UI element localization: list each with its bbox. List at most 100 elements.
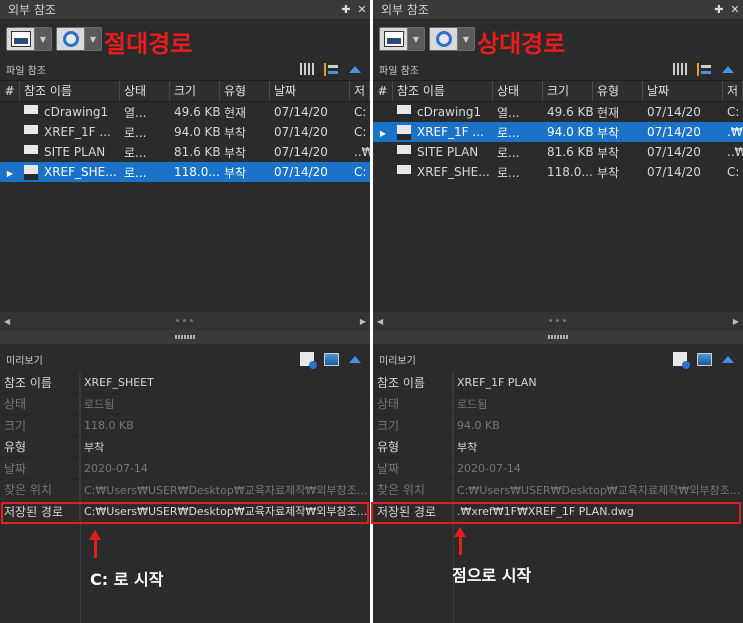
chevron-down-icon[interactable]: ▼	[85, 28, 101, 50]
panel-title: 외부 참조	[381, 3, 429, 17]
date-cell: 07/14/20	[647, 125, 701, 139]
status-cell: 로...	[124, 145, 147, 160]
property-row: 유형 부착	[373, 436, 743, 458]
path-type-label: 절대경로	[104, 30, 193, 58]
scroll-thumb[interactable]: •••	[175, 316, 196, 327]
column-header[interactable]: 상태	[493, 81, 543, 101]
type-cell: 부착	[224, 125, 247, 140]
ref-name-cell: SITE PLAN	[20, 144, 120, 160]
tree-view-icon[interactable]	[695, 62, 713, 76]
preview-image-icon[interactable]	[695, 352, 713, 366]
table-row[interactable]: ▶ XREF_1F ... 로... 94.0 KB 부착 07/14/20 .…	[373, 122, 743, 142]
type-cell: 부착	[224, 145, 247, 160]
dwg-attach-icon	[383, 31, 404, 47]
close-icon[interactable]: ✕	[727, 3, 743, 16]
property-key: 상태	[373, 393, 453, 414]
type-cell: 부착	[597, 125, 620, 140]
file-references-table: # 참조 이름 상태 크기 유형 날짜 저 cDrawing1 열... 49.6 KB 현…	[373, 80, 743, 312]
property-key: 참조 이름	[0, 372, 80, 393]
date-cell: 07/14/20	[274, 165, 328, 179]
column-header[interactable]: 상태	[120, 81, 170, 101]
property-row: 참조 이름 XREF_SHEET	[0, 372, 370, 394]
scroll-thumb[interactable]: •••	[548, 316, 569, 327]
row-indicator: ▶	[6, 169, 14, 178]
saved-path-cell: ..₩	[354, 145, 370, 159]
list-view-icon[interactable]	[298, 62, 316, 76]
scroll-left-icon[interactable]: ◀	[4, 317, 10, 326]
ref-name-cell: XREF_SHE...	[393, 164, 493, 180]
file-references-header: 파일 참조	[373, 58, 743, 80]
attach-dwg-button[interactable]: ▼	[379, 27, 425, 51]
chevron-down-icon[interactable]: ▼	[458, 28, 474, 50]
table-row[interactable]: ▶ XREF_SHE... 로... 118.0... 부착 07/14/20 …	[0, 162, 370, 182]
horizontal-scrollbar[interactable]: ◀ ••• ▶	[373, 312, 743, 330]
collapse-up-icon[interactable]	[719, 62, 737, 76]
scroll-right-icon[interactable]: ▶	[360, 317, 366, 326]
table-row[interactable]: SITE PLAN 로... 81.6 KB 부착 07/14/20 ..₩	[0, 142, 370, 162]
pin-icon[interactable]: ✚	[338, 3, 354, 16]
column-header[interactable]: 유형	[220, 81, 270, 101]
annotation-relative: 점으로 시작	[452, 566, 532, 585]
scroll-left-icon[interactable]: ◀	[377, 317, 383, 326]
collapse-up-icon[interactable]	[346, 352, 364, 366]
dwg-file-icon	[24, 124, 38, 140]
chevron-down-icon[interactable]: ▼	[408, 28, 424, 50]
property-value: 부착	[457, 440, 478, 454]
preview-image-icon[interactable]	[322, 352, 340, 366]
details-icon[interactable]	[298, 352, 317, 369]
saved-path-highlight	[371, 502, 741, 524]
column-header[interactable]: 참조 이름	[20, 81, 120, 101]
saved-path-cell: C:	[354, 125, 367, 139]
xref-panel: 외부 참조 ✚ ✕ ▼ ▼ 절대경로 파일 참조 # 참조 이름 상태 크기 유형 날짜 저	[0, 0, 370, 623]
column-header[interactable]: #	[373, 81, 393, 101]
details-icon[interactable]	[671, 352, 690, 369]
size-cell: 118.0...	[174, 165, 220, 179]
pin-icon[interactable]: ✚	[711, 3, 727, 16]
column-header[interactable]: 참조 이름	[393, 81, 493, 101]
column-header[interactable]: #	[0, 81, 20, 101]
horizontal-scrollbar[interactable]: ◀ ••• ▶	[0, 312, 370, 330]
tree-view-icon[interactable]	[322, 62, 340, 76]
file-references-table: # 참조 이름 상태 크기 유형 날짜 저 cDrawing1 열... 49.6 KB 현…	[0, 80, 370, 312]
close-icon[interactable]: ✕	[354, 3, 370, 16]
table-row[interactable]: XREF_SHE... 로... 118.0... 부착 07/14/20 C:	[373, 162, 743, 182]
property-row: 참조 이름 XREF_1F PLAN	[373, 372, 743, 394]
table-row[interactable]: XREF_1F ... 로... 94.0 KB 부착 07/14/20 C:	[0, 122, 370, 142]
pane-splitter[interactable]	[373, 330, 743, 344]
attach-dwg-button[interactable]: ▼	[6, 27, 52, 51]
column-header[interactable]: 크기	[543, 81, 593, 101]
column-header[interactable]: 저	[723, 81, 743, 101]
property-value: 로드됨	[84, 397, 115, 411]
column-header[interactable]: 날짜	[270, 81, 350, 101]
saved-path-cell: C:	[354, 105, 367, 119]
grip-icon	[548, 335, 568, 339]
refresh-button[interactable]: ▼	[56, 27, 102, 51]
scroll-right-icon[interactable]: ▶	[733, 317, 739, 326]
table-row[interactable]: cDrawing1 열... 49.6 KB 현재 07/14/20 C:	[0, 102, 370, 122]
list-view-icon[interactable]	[671, 62, 689, 76]
preview-header: 미리보기	[373, 348, 743, 370]
collapse-up-icon[interactable]	[719, 352, 737, 366]
property-key: 날짜	[0, 458, 80, 479]
column-header[interactable]: 날짜	[643, 81, 723, 101]
table-row[interactable]: cDrawing1 열... 49.6 KB 현재 07/14/20 C:	[373, 102, 743, 122]
column-header[interactable]: 크기	[170, 81, 220, 101]
saved-path-cell: C:	[727, 105, 740, 119]
property-key: 크기	[373, 415, 453, 436]
properties-list: 참조 이름 XREF_SHEET 상태 로드됨 크기 118.0 KB 유형 부…	[0, 372, 370, 623]
refresh-button[interactable]: ▼	[429, 27, 475, 51]
chevron-down-icon[interactable]: ▼	[35, 28, 51, 50]
ref-name-cell: XREF_SHE...	[20, 164, 120, 180]
property-key: 유형	[373, 436, 453, 457]
pane-splitter[interactable]	[0, 330, 370, 344]
date-cell: 07/14/20	[647, 105, 701, 119]
size-cell: 49.6 KB	[547, 105, 593, 119]
table-row[interactable]: SITE PLAN 로... 81.6 KB 부착 07/14/20 ..₩	[373, 142, 743, 162]
property-value: 부착	[84, 440, 105, 454]
collapse-up-icon[interactable]	[346, 62, 364, 76]
size-cell: 94.0 KB	[547, 125, 593, 139]
properties-list: 참조 이름 XREF_1F PLAN 상태 로드됨 크기 94.0 KB 유형 …	[373, 372, 743, 623]
column-header[interactable]: 유형	[593, 81, 643, 101]
column-header[interactable]: 저	[350, 81, 370, 101]
type-cell: 부착	[224, 165, 247, 180]
